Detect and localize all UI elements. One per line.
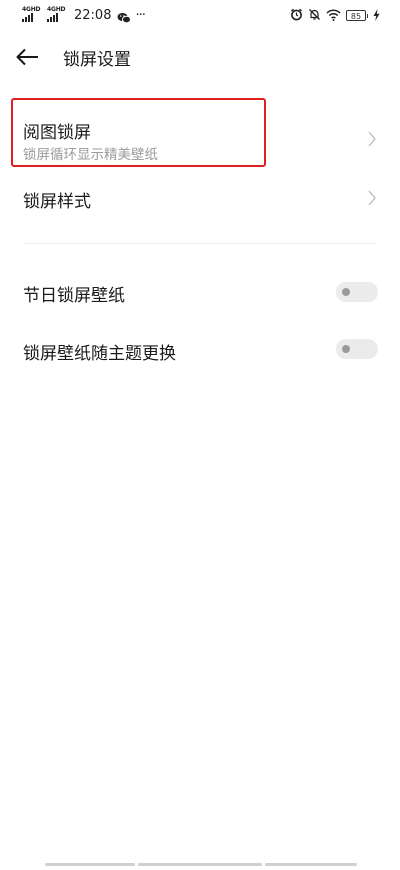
chevron-right-icon	[368, 131, 376, 147]
setting-title: 阅图锁屏	[23, 123, 91, 143]
alarm-icon	[290, 6, 303, 25]
setting-title: 节日锁屏壁纸	[23, 286, 125, 306]
signal-icon-2: 4GHD	[47, 7, 66, 23]
holiday-wallpaper-toggle[interactable]	[336, 282, 378, 302]
setting-item-reading-lock-screen[interactable]: 阅图锁屏 锁屏循环显示精美壁纸	[0, 100, 400, 166]
section-divider	[23, 243, 377, 244]
status-bar: 4GHD 4GHD 22:08 ··· 85	[0, 0, 400, 30]
wechat-icon	[117, 9, 132, 24]
signal-icon: 4GHD	[22, 7, 41, 23]
status-time: 22:08	[74, 7, 112, 23]
setting-item-lock-screen-style[interactable]: 锁屏样式	[0, 176, 400, 220]
mute-icon	[308, 6, 321, 25]
gesture-nav-bar[interactable]	[45, 863, 357, 866]
setting-title: 锁屏壁纸随主题更换	[23, 344, 176, 364]
back-arrow-icon[interactable]	[14, 44, 42, 70]
setting-title: 锁屏样式	[23, 192, 91, 212]
setting-item-holiday-wallpaper: 节日锁屏壁纸	[0, 270, 400, 314]
battery-icon: 85	[346, 9, 368, 21]
wifi-icon	[326, 6, 341, 25]
setting-subtitle: 锁屏循环显示精美壁纸	[23, 147, 158, 163]
status-bar-left: 4GHD 4GHD 22:08 ···	[22, 6, 146, 24]
toggle-knob	[342, 345, 350, 353]
status-bar-right: 85	[290, 7, 380, 23]
page-title: 锁屏设置	[63, 50, 131, 70]
overflow-icon: ···	[135, 7, 145, 23]
wallpaper-follow-theme-toggle[interactable]	[336, 339, 378, 359]
setting-item-wallpaper-follow-theme: 锁屏壁纸随主题更换	[0, 328, 400, 372]
toggle-knob	[342, 288, 350, 296]
charging-icon	[373, 6, 380, 25]
chevron-right-icon	[368, 190, 376, 206]
header: 锁屏设置	[0, 36, 400, 76]
